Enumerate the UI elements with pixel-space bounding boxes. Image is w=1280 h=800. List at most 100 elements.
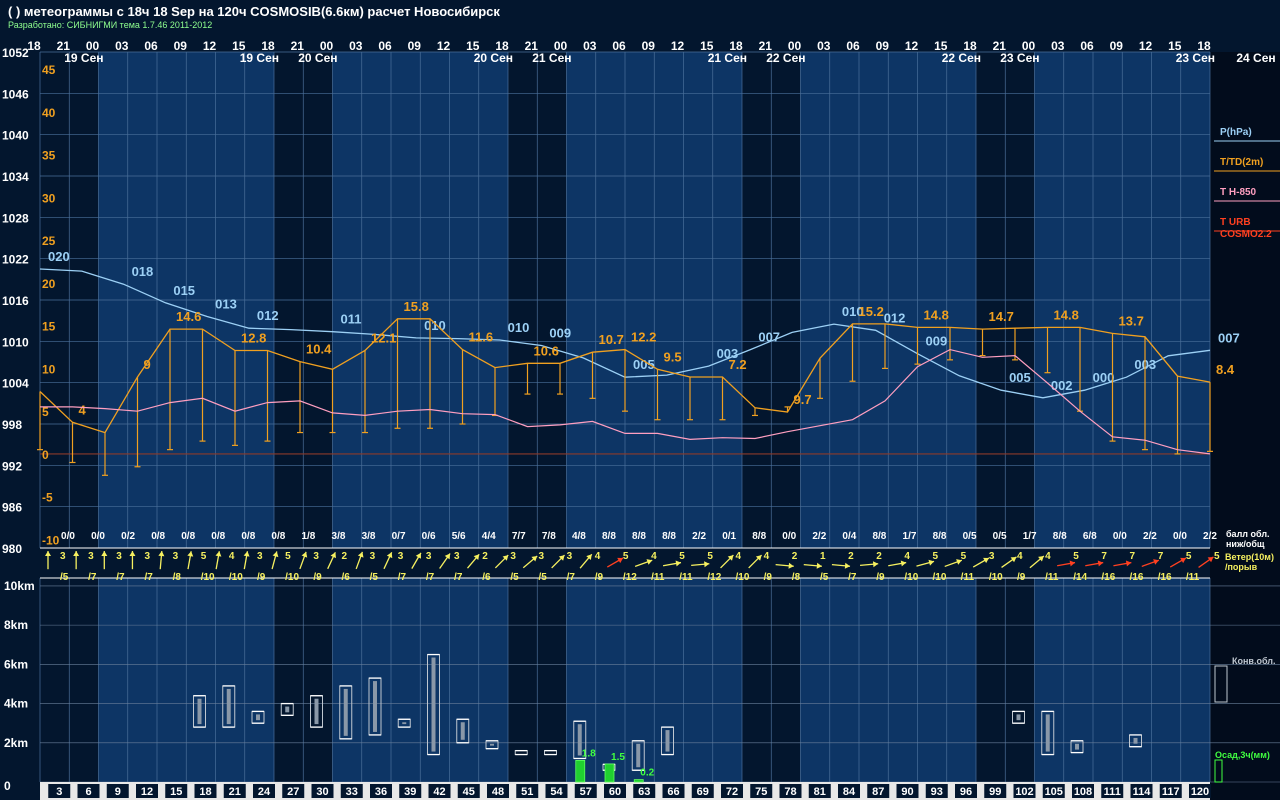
- convective-cloud-core: [314, 698, 319, 725]
- hour-tick-label: 84: [843, 786, 856, 798]
- convective-cloud-core: [665, 730, 670, 752]
- precip-bar: [604, 763, 615, 783]
- temp-tick: 20: [42, 277, 56, 291]
- wind-arrow-head: [101, 551, 108, 556]
- temp-value-label: 7.2: [729, 357, 747, 372]
- wind-gust: /9: [313, 572, 322, 583]
- precip-label: 1.8: [582, 748, 596, 759]
- wind-gust: /9: [764, 572, 773, 583]
- pressure-tick: 1004: [2, 377, 29, 391]
- temp-tick: -10: [42, 533, 60, 547]
- temp-value-label: 4: [79, 402, 87, 417]
- wind-label: /порыв: [1225, 562, 1258, 572]
- wind-speed: 5: [679, 551, 685, 562]
- hour-tick-label: 42: [433, 786, 445, 798]
- temp-value-label: 9.5: [664, 349, 682, 364]
- wind-gust: /16: [1130, 572, 1144, 583]
- pressure-tick: 1034: [2, 170, 29, 184]
- hour-label: 03: [583, 39, 597, 53]
- temp-tick: 15: [42, 320, 56, 334]
- cloud-cover-value: 7/8: [542, 531, 556, 542]
- wind-speed: 4: [651, 551, 657, 562]
- hour-tick-label: 117: [1162, 786, 1180, 798]
- hour-tick-label: 21: [229, 786, 241, 798]
- wind-gust: /14: [1073, 572, 1087, 583]
- date-label: 19 Сен: [240, 51, 279, 65]
- wind-gust: /10: [201, 572, 215, 583]
- temp-tick: 25: [42, 234, 56, 248]
- wind-speed: 2: [848, 551, 854, 562]
- wind-speed: 3: [313, 551, 319, 562]
- temp-value-label: 14.8: [1054, 307, 1079, 322]
- hour-tick-label: 96: [960, 786, 972, 798]
- wind-speed: 3: [567, 551, 573, 562]
- temp-tick: 30: [42, 191, 56, 205]
- convective-cloud-core: [431, 657, 436, 752]
- height-tick: 10km: [4, 579, 35, 593]
- cloud-cover-value: 8/8: [933, 531, 947, 542]
- wind-speed: 3: [398, 551, 404, 562]
- wind-label: Ветер(10м): [1225, 552, 1274, 562]
- pressure-value-label: 005: [633, 357, 655, 372]
- pressure-value-label: 009: [926, 334, 948, 349]
- pressure-value-label: 000: [1093, 370, 1115, 385]
- wind-gust: /9: [876, 572, 885, 583]
- hour-label: 12: [905, 39, 919, 53]
- wind-speed: 3: [989, 551, 995, 562]
- wind-gust: /9: [595, 572, 604, 583]
- hour-label: 18: [27, 39, 41, 53]
- wind-arrow-head: [187, 551, 194, 557]
- wind-arrow-head: [45, 551, 51, 556]
- wind-gust: /7: [454, 572, 463, 583]
- legend-entry: COSMO2.2: [1220, 229, 1272, 240]
- hour-tick-label: 108: [1074, 786, 1092, 798]
- cloud-cover-value: 8/8: [752, 531, 766, 542]
- wind-gust: /5: [538, 572, 547, 583]
- cloud-cover-value: 0/5: [963, 531, 977, 542]
- cloud-cover-value: 4/4: [482, 531, 496, 542]
- wind-gust: /7: [848, 572, 857, 583]
- cloud-label: балл обл.: [1226, 529, 1270, 539]
- temp-value-label: 12.8: [241, 330, 266, 345]
- cloud-cover-value: 0/8: [241, 531, 255, 542]
- convective-cloud-core: [490, 743, 494, 746]
- hour-tick-label: 66: [667, 786, 679, 798]
- wind-gust: /11: [961, 572, 975, 583]
- convective-cloud-core: [256, 714, 260, 721]
- temp-value-label: 9: [144, 357, 151, 372]
- cloud-cover-value: 0/8: [151, 531, 165, 542]
- wind-arrow-head: [816, 562, 822, 569]
- wind-arrow-head: [704, 561, 710, 568]
- pressure-value-label: 005: [1009, 370, 1031, 385]
- wind-gust: /9: [1017, 572, 1026, 583]
- legend-precip: Осад,3ч(мм): [1215, 750, 1270, 760]
- hour-tick-label: 48: [492, 786, 504, 798]
- hour-tick-label: 51: [521, 786, 533, 798]
- pressure-tick: 1016: [2, 294, 29, 308]
- cloud-cover-value: 0/0: [1113, 531, 1127, 542]
- cloud-cover-value: 8/8: [662, 531, 676, 542]
- convective-cloud-core: [1016, 714, 1021, 721]
- wind-gust: /7: [144, 572, 153, 583]
- wind-arrow-head: [788, 562, 794, 569]
- wind-speed: 3: [426, 551, 432, 562]
- wind-gust: /11: [651, 572, 665, 583]
- hour-tick-label: 27: [287, 786, 299, 798]
- cloud-cover-value: 2/2: [1203, 531, 1217, 542]
- pressure-value-label: 013: [215, 297, 237, 312]
- hour-tick-label: 15: [170, 786, 182, 798]
- legend-entry: T H-850: [1220, 187, 1257, 198]
- wind-speed: 5: [1214, 551, 1220, 562]
- cloud-cover-value: 0/2: [121, 531, 135, 542]
- wind-gust: /7: [398, 572, 407, 583]
- cloud-cover-value: 1/7: [903, 531, 917, 542]
- wind-gust: /8: [792, 572, 801, 583]
- hour-tick-label: 54: [550, 786, 563, 798]
- wind-gust: /10: [229, 572, 243, 583]
- wind-gust: /5: [510, 572, 519, 583]
- wind-gust: /6: [341, 572, 350, 583]
- hour-tick-label: 102: [1015, 786, 1033, 798]
- pressure-value-label: 020: [48, 249, 70, 264]
- meteogram-chart: 18 21 00 03 06 09 12 15 18 21 00 03 06 09 12 15 18 21 00 03…: [2, 39, 1280, 800]
- temp-value-label: 15.2: [859, 304, 884, 319]
